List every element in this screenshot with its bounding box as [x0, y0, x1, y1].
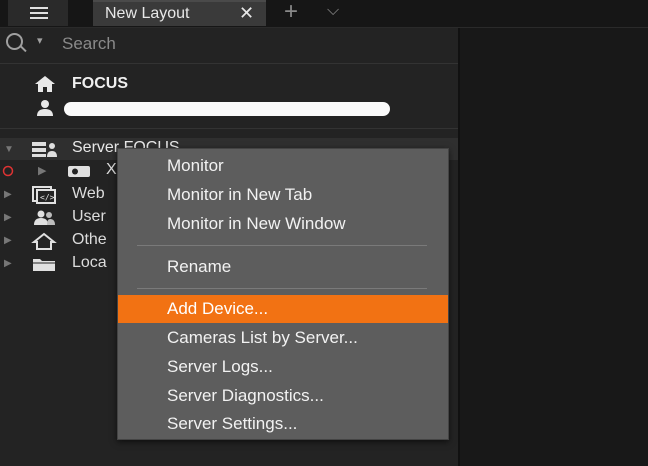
menu-item-label: Add Device... — [167, 299, 269, 318]
menu-item-add-device[interactable]: Add Device... — [118, 295, 448, 323]
menu-item-label: Monitor — [167, 156, 224, 175]
menu-item-label: Server Diagnostics... — [167, 386, 324, 405]
divider — [0, 63, 458, 64]
site-name: FOCUS — [72, 75, 128, 92]
expanded-arrow-icon[interactable]: ▼ — [4, 144, 14, 155]
collapsed-arrow-icon[interactable]: ▶ — [4, 212, 12, 223]
search-input[interactable]: Search — [62, 34, 116, 54]
menu-item-monitor-new-tab[interactable]: Monitor in New Tab — [118, 181, 448, 209]
svg-text:</>: </> — [40, 193, 55, 202]
menu-item-server-settings[interactable]: Server Settings... — [118, 410, 448, 438]
home-outline-icon — [31, 232, 57, 250]
app-window: New Layout ✕ + ⌵ ▾ Search FOCUS ▼ Server… — [0, 0, 648, 466]
menu-item-label: Cameras List by Server... — [167, 328, 358, 347]
home-icon — [35, 76, 55, 92]
layout-view[interactable] — [460, 28, 648, 466]
tab-bar: New Layout ✕ + ⌵ — [0, 0, 648, 28]
add-tab-icon[interactable]: + — [284, 0, 298, 26]
server-icon — [32, 142, 57, 157]
web-page-icon: </> — [32, 186, 56, 204]
tab-new-layout[interactable]: New Layout ✕ — [93, 0, 266, 26]
camera-icon — [68, 166, 90, 177]
folder-icon — [33, 259, 55, 271]
search-options-chevron-icon[interactable]: ▾ — [37, 34, 43, 47]
divider — [0, 128, 458, 129]
offline-status-icon — [2, 165, 14, 177]
collapsed-arrow-icon[interactable]: ▶ — [4, 258, 12, 269]
menu-item-label: Server Logs... — [167, 357, 273, 376]
menu-item-label: Server Settings... — [167, 414, 298, 433]
tab-label: New Layout — [105, 5, 190, 22]
menu-item-server-logs[interactable]: Server Logs... — [118, 353, 448, 381]
collapsed-arrow-icon[interactable]: ▶ — [4, 235, 12, 246]
tree-item-label: Othe — [72, 231, 107, 248]
search-icon[interactable] — [6, 33, 23, 50]
menu-item-cameras-list-by-server[interactable]: Cameras List by Server... — [118, 324, 448, 352]
menu-item-server-diagnostics[interactable]: Server Diagnostics... — [118, 382, 448, 410]
menu-item-monitor-new-window[interactable]: Monitor in New Window — [118, 210, 448, 238]
menu-separator — [137, 288, 427, 289]
tree-item-label: Web — [72, 185, 105, 202]
user-icon — [37, 100, 53, 116]
menu-item-label: Monitor in New Window — [167, 214, 346, 233]
close-icon[interactable]: ✕ — [239, 3, 254, 24]
search-bar[interactable]: ▾ Search — [0, 30, 458, 58]
collapsed-arrow-icon[interactable]: ▶ — [4, 189, 12, 200]
menu-item-label: Monitor in New Tab — [167, 185, 313, 204]
menu-item-label: Rename — [167, 257, 232, 276]
tree-item-label: X — [106, 161, 117, 178]
menu-item-monitor[interactable]: Monitor — [118, 152, 448, 180]
collapsed-arrow-icon[interactable]: ▶ — [38, 164, 46, 177]
tree-item-label: Loca — [72, 254, 107, 271]
tree-item-label: User — [72, 208, 106, 225]
menu-item-rename[interactable]: Rename — [118, 253, 448, 281]
context-menu: Monitor Monitor in New Tab Monitor in Ne… — [117, 148, 449, 440]
hamburger-icon — [30, 7, 48, 19]
redacted-user-name — [64, 102, 390, 116]
menu-separator — [137, 245, 427, 246]
main-menu-button[interactable] — [8, 0, 68, 26]
users-icon — [34, 210, 55, 225]
chevron-down-icon[interactable]: ⌵ — [327, 2, 339, 20]
